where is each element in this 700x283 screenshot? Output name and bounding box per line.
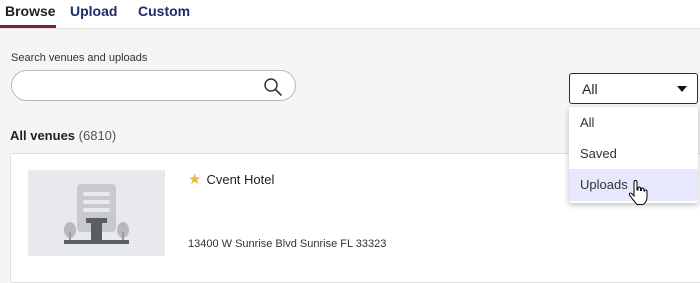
tab-upload[interactable]: Upload	[70, 3, 117, 19]
chevron-down-icon	[677, 86, 687, 92]
building-placeholder-icon	[64, 184, 129, 244]
filter-select[interactable]: All	[569, 73, 698, 104]
hand-cursor-icon	[628, 180, 648, 205]
search-icon[interactable]	[263, 77, 283, 97]
venue-name: Cvent Hotel	[206, 172, 275, 187]
section-title: All venues (6810)	[10, 128, 116, 143]
venue-address: 13400 W Sunrise Blvd Sunrise FL 33323	[188, 238, 387, 250]
venue-count: (6810)	[78, 128, 117, 143]
search-input[interactable]	[11, 70, 296, 101]
tab-custom[interactable]: Custom	[138, 3, 190, 19]
search-label: Search venues and uploads	[11, 52, 148, 64]
tab-browse[interactable]: Browse	[5, 3, 56, 19]
venue-thumbnail	[28, 170, 165, 256]
tab-bar: Browse Upload Custom	[0, 0, 700, 29]
active-tab-indicator	[0, 25, 56, 28]
filter-selected-value: All	[582, 81, 598, 97]
section-title-text: All venues	[10, 128, 76, 143]
filter-option-all[interactable]: All	[569, 107, 698, 139]
venue-title[interactable]: ★ Cvent Hotel	[188, 172, 274, 187]
filter-option-saved[interactable]: Saved	[569, 138, 698, 170]
star-icon[interactable]: ★	[188, 172, 201, 187]
